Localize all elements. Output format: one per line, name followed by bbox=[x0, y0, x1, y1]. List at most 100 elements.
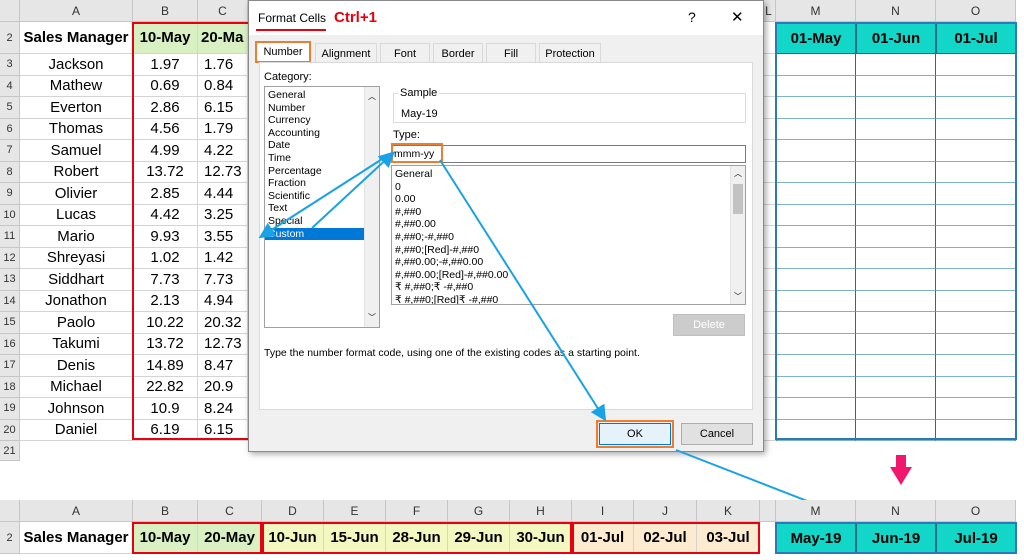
bottom-col-header[interactable]: A bbox=[20, 500, 133, 522]
row-header-6[interactable]: 6 bbox=[0, 118, 20, 140]
col-header-o[interactable]: O bbox=[936, 0, 1016, 22]
col-header-a[interactable]: A bbox=[20, 0, 133, 22]
cell-l[interactable] bbox=[762, 183, 776, 205]
cell-l[interactable] bbox=[762, 333, 776, 355]
category-item[interactable]: General bbox=[265, 89, 379, 102]
type-scroll-down-icon[interactable]: ﹀ bbox=[734, 291, 742, 302]
row-header-7[interactable]: 7 bbox=[0, 140, 20, 162]
category-item[interactable]: Currency bbox=[265, 114, 379, 127]
bottom-col-header[interactable]: N bbox=[856, 500, 936, 522]
cell-l[interactable] bbox=[762, 118, 776, 140]
tab-protection[interactable]: Protection bbox=[539, 43, 601, 63]
name-cell[interactable]: Olivier bbox=[20, 183, 133, 205]
cancel-button[interactable]: Cancel bbox=[681, 423, 753, 445]
row-header-3[interactable]: 3 bbox=[0, 54, 20, 76]
tab-number[interactable]: Number bbox=[255, 41, 311, 63]
cell-l[interactable] bbox=[762, 355, 776, 377]
row-header-21[interactable]: 21 bbox=[0, 441, 20, 461]
bottom-col-header[interactable]: M bbox=[776, 500, 856, 522]
cell-l[interactable] bbox=[762, 247, 776, 269]
row-header-11[interactable]: 11 bbox=[0, 226, 20, 248]
tab-font[interactable]: Font bbox=[380, 43, 430, 63]
cell-l[interactable] bbox=[762, 97, 776, 119]
col-header-l[interactable]: L bbox=[762, 0, 776, 22]
category-item[interactable]: Custom bbox=[265, 227, 364, 241]
bottom-col-header[interactable]: K bbox=[697, 500, 760, 522]
category-item[interactable]: Percentage bbox=[265, 165, 379, 178]
bottom-col-header[interactable]: H bbox=[510, 500, 572, 522]
name-cell[interactable]: Lucas bbox=[20, 204, 133, 226]
bottom-col-header[interactable]: C bbox=[198, 500, 262, 522]
bottom-col-header[interactable]: F bbox=[386, 500, 448, 522]
category-item[interactable]: Scientific bbox=[265, 190, 379, 203]
type-list-item[interactable]: ₹ #,##0;₹ -#,##0 bbox=[392, 281, 745, 294]
name-cell[interactable]: Jonathon bbox=[20, 290, 133, 312]
bottom-col-header[interactable]: D bbox=[262, 500, 324, 522]
row-header-16[interactable]: 16 bbox=[0, 333, 20, 355]
cell-l2[interactable] bbox=[762, 22, 776, 54]
type-format-list[interactable]: General 0 0.00 #,##0 #,##0.00 #,##0;-#,##0 #,#… bbox=[391, 165, 746, 305]
col-header-b[interactable]: B bbox=[133, 0, 198, 22]
tab-alignment[interactable]: Alignment bbox=[315, 43, 377, 63]
name-cell[interactable]: Samuel bbox=[20, 140, 133, 162]
row-header-15[interactable]: 15 bbox=[0, 312, 20, 334]
row-header-10[interactable]: 10 bbox=[0, 204, 20, 226]
category-scrollbar[interactable]: ︿ ﹀ bbox=[364, 87, 379, 327]
bottom-col-header[interactable]: I bbox=[572, 500, 634, 522]
close-icon[interactable]: ✕ bbox=[731, 8, 744, 26]
row-header-4[interactable]: 4 bbox=[0, 75, 20, 97]
name-cell[interactable]: Paolo bbox=[20, 312, 133, 334]
header-sales-manager[interactable]: Sales Manager bbox=[20, 22, 133, 54]
type-list-item[interactable]: General bbox=[392, 168, 745, 181]
bottom-col-header[interactable]: E bbox=[324, 500, 386, 522]
row-header-9[interactable]: 9 bbox=[0, 183, 20, 205]
help-icon[interactable]: ? bbox=[688, 9, 696, 25]
type-list-item[interactable]: #,##0;-#,##0 bbox=[392, 231, 745, 244]
type-list-item[interactable]: 0.00 bbox=[392, 193, 745, 206]
name-cell[interactable]: Johnson bbox=[20, 398, 133, 420]
bottom-row-header-2[interactable]: 2 bbox=[0, 522, 20, 554]
name-cell[interactable]: Shreyasi bbox=[20, 247, 133, 269]
cell-l[interactable] bbox=[762, 161, 776, 183]
bottom-col-header[interactable]: B bbox=[133, 500, 198, 522]
type-list-item[interactable]: #,##0.00;[Red]-#,##0.00 bbox=[392, 269, 745, 282]
row-header-14[interactable]: 14 bbox=[0, 290, 20, 312]
row-header-18[interactable]: 18 bbox=[0, 376, 20, 398]
name-cell[interactable]: Robert bbox=[20, 161, 133, 183]
scroll-down-icon[interactable]: ﹀ bbox=[368, 312, 376, 323]
bottom-col-header[interactable]: O bbox=[936, 500, 1016, 522]
name-cell[interactable]: Takumi bbox=[20, 333, 133, 355]
category-item[interactable]: Fraction bbox=[265, 177, 379, 190]
cell-l[interactable] bbox=[762, 75, 776, 97]
type-list-item[interactable]: #,##0 bbox=[392, 206, 745, 219]
type-list-item[interactable]: #,##0;[Red]-#,##0 bbox=[392, 244, 745, 257]
type-list-item[interactable]: #,##0.00;-#,##0.00 bbox=[392, 256, 745, 269]
tab-fill[interactable]: Fill bbox=[486, 43, 536, 63]
category-item[interactable]: Time bbox=[265, 152, 379, 165]
tab-border[interactable]: Border bbox=[433, 43, 483, 63]
bottom-header-cell[interactable]: Sales Manager bbox=[20, 522, 133, 554]
row-header-19[interactable]: 19 bbox=[0, 398, 20, 420]
type-list-item[interactable]: ₹ #,##0;[Red]₹ -#,##0 bbox=[392, 294, 745, 304]
bottom-select-all-corner[interactable] bbox=[0, 500, 20, 522]
type-input[interactable] bbox=[391, 145, 746, 163]
row-header-5[interactable]: 5 bbox=[0, 97, 20, 119]
name-cell[interactable]: Michael bbox=[20, 376, 133, 398]
row-header-2[interactable]: 2 bbox=[0, 22, 20, 54]
bottom-col-header[interactable]: G bbox=[448, 500, 510, 522]
dialog-titlebar[interactable]: Format Cells Ctrl+1 ? ✕ bbox=[249, 1, 763, 35]
col-header-m[interactable]: M bbox=[776, 0, 856, 22]
scroll-up-icon[interactable]: ︿ bbox=[368, 91, 376, 102]
type-scroll-up-icon[interactable]: ︿ bbox=[734, 168, 742, 179]
cell-l[interactable] bbox=[762, 140, 776, 162]
delete-button[interactable]: Delete bbox=[673, 314, 745, 336]
type-list-item[interactable]: #,##0.00 bbox=[392, 218, 745, 231]
row-header-20[interactable]: 20 bbox=[0, 419, 20, 441]
category-list[interactable]: General Number Currency Accounting Date Time P… bbox=[264, 86, 380, 328]
type-scroll-thumb[interactable] bbox=[733, 184, 743, 214]
category-item[interactable]: Accounting bbox=[265, 127, 379, 140]
row-header-13[interactable]: 13 bbox=[0, 269, 20, 291]
row-header-12[interactable]: 12 bbox=[0, 247, 20, 269]
name-cell[interactable]: Denis bbox=[20, 355, 133, 377]
category-item[interactable]: Text bbox=[265, 202, 379, 215]
